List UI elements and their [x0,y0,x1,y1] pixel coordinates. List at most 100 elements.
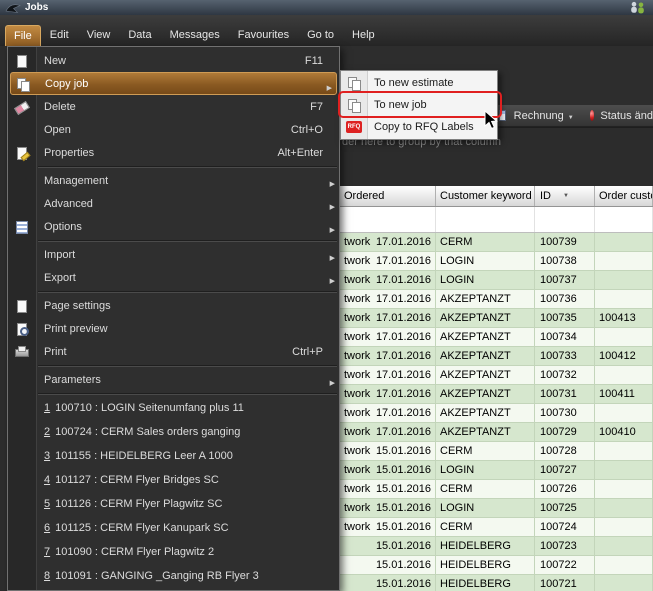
cell-ordered-date: 17.01.2016 [376,350,431,365]
menu-item-shortcut: F7 [310,101,323,113]
menu-item-101125-cerm-flyer-kanupark-sc[interactable]: 6101125 : CERM Flyer Kanupark SC [8,516,339,540]
menubar-item-favourites[interactable]: Favourites [229,24,298,46]
table-row[interactable]: 15.01.2016HEIDELBERG100721 [340,575,653,591]
menu-item-label: 101091 : GANGING _Ganging RB Flyer 3 [55,570,259,582]
menu-item-export[interactable]: Export [8,266,339,289]
filter-cell[interactable] [436,207,535,232]
cell-customer-keyword: HEIDELBERG [436,537,535,556]
cell-id: 100733 [535,347,595,366]
cell-prefix-fragment: twork [344,407,370,422]
menu-item-page-settings[interactable]: Page settings [8,294,339,317]
cell-order-customer: 100410 [595,423,653,442]
filter-cell[interactable] [595,207,653,232]
column-header-customer-keyword[interactable]: Customer keyword [436,186,535,206]
rechnung-button[interactable]: Rechnung [510,108,578,124]
cell-id: 100731 [535,385,595,404]
submenu-item-copy-to-rfq-labels[interactable]: RFQCopy to RFQ Labels [341,116,497,138]
menu-item-101155-heidelberg-leer-a-1000[interactable]: 3101155 : HEIDELBERG Leer A 1000 [8,444,339,468]
submenu-arrow-icon [330,223,335,235]
cell-prefix-fragment: twork [344,293,370,308]
table-row[interactable]: twork17.01.2016LOGIN100737 [340,271,653,290]
menubar-item-help[interactable]: Help [343,24,384,46]
cell-order-customer [595,499,653,518]
table-row[interactable]: twork17.01.2016CERM100739 [340,233,653,252]
cell-id: 100726 [535,480,595,499]
filter-arrow-icon[interactable] [563,190,569,202]
cell-customer-keyword: AKZEPTANZT [436,423,535,442]
recent-item-number: 3 [44,450,50,462]
menu-item-print-preview[interactable]: Print preview [8,317,339,340]
menu-item-management[interactable]: Management [8,169,339,192]
menu-item-label: Open [44,124,71,136]
page-settings-icon [14,299,30,313]
menu-item-new[interactable]: NewF11 [8,49,339,72]
table-row[interactable]: twork17.01.2016AKZEPTANZT100729100410 [340,423,653,442]
menubar-item-edit[interactable]: Edit [41,24,78,46]
column-header-ordered[interactable]: Ordered [340,186,436,206]
menu-item-parameters[interactable]: Parameters [8,368,339,391]
menubar-item-go-to[interactable]: Go to [298,24,343,46]
cell-prefix-fragment: twork [344,274,370,289]
cell-customer-keyword: LOGIN [436,271,535,290]
menu-item-open[interactable]: OpenCtrl+O [8,118,339,141]
cell-customer-keyword: AKZEPTANZT [436,404,535,423]
cell-ordered: twork17.01.2016 [340,233,436,252]
table-row[interactable]: twork17.01.2016AKZEPTANZT100731100411 [340,385,653,404]
table-row[interactable]: twork17.01.2016AKZEPTANZT100736 [340,290,653,309]
menu-item-101091-ganging-ganging-rb-flyer-3[interactable]: 8101091 : GANGING _Ganging RB Flyer 3 [8,564,339,588]
table-row[interactable]: twork15.01.2016LOGIN100725 [340,499,653,518]
cell-id: 100727 [535,461,595,480]
cell-ordered: twork17.01.2016 [340,423,436,442]
menu-item-properties[interactable]: PropertiesAlt+Enter [8,141,339,164]
table-row[interactable]: twork17.01.2016AKZEPTANZT100730 [340,404,653,423]
titlebar: Jobs [0,0,653,15]
menu-item-101090-cerm-flyer-plagwitz-2[interactable]: 7101090 : CERM Flyer Plagwitz 2 [8,540,339,564]
table-row[interactable]: 15.01.2016HEIDELBERG100723 [340,537,653,556]
dropdown-arrow-icon [568,110,574,122]
table-row[interactable]: twork15.01.2016CERM100726 [340,480,653,499]
recent-item-number: 7 [44,546,50,558]
menubar-item-view[interactable]: View [78,24,120,46]
menubar-item-data[interactable]: Data [119,24,160,46]
menu-item-label: Delete [44,101,76,113]
menu-item-options[interactable]: Options [8,215,339,238]
menu-item-101127-cerm-flyer-bridges-sc[interactable]: 4101127 : CERM Flyer Bridges SC [8,468,339,492]
menu-item-print[interactable]: PrintCtrl+P [8,340,339,363]
table-row[interactable]: 15.01.2016HEIDELBERG100722 [340,556,653,575]
menubar-item-file[interactable]: File [5,25,41,46]
menu-item-advanced[interactable]: Advanced [8,192,339,215]
cell-prefix-fragment: twork [344,369,370,384]
table-row[interactable]: twork17.01.2016LOGIN100738 [340,252,653,271]
cell-ordered: 15.01.2016 [340,556,436,575]
menu-item-delete[interactable]: Delete F7 [8,95,339,118]
cell-id: 100725 [535,499,595,518]
menu-item-label: Import [44,249,75,261]
cell-order-customer [595,252,653,271]
filter-cell[interactable] [535,207,595,232]
menu-item-100724-cerm-sales-orders-ganging[interactable]: 2100724 : CERM Sales orders ganging [8,420,339,444]
cell-ordered: twork17.01.2016 [340,252,436,271]
column-header-order-custo[interactable]: Order custo [595,186,653,206]
cell-order-customer [595,518,653,537]
table-row[interactable]: twork15.01.2016CERM100728 [340,442,653,461]
status-button[interactable]: Status änd [600,110,653,122]
table-row[interactable]: twork17.01.2016AKZEPTANZT100733100412 [340,347,653,366]
menu-item-import[interactable]: Import [8,243,339,266]
menu-item-101126-cerm-flyer-plagwitz-sc[interactable]: 5101126 : CERM Flyer Plagwitz SC [8,492,339,516]
filter-cell[interactable] [340,207,436,232]
table-row[interactable]: twork17.01.2016AKZEPTANZT100732 [340,366,653,385]
menu-item-100710-login-seitenumfang-plus-11[interactable]: 1100710 : LOGIN Seitenumfang plus 11 [8,396,339,420]
cell-customer-keyword: AKZEPTANZT [436,385,535,404]
column-header-id[interactable]: ID [535,186,595,206]
menu-item-label: Properties [44,147,94,159]
table-row[interactable]: twork17.01.2016AKZEPTANZT100734 [340,328,653,347]
table-row[interactable]: twork17.01.2016AKZEPTANZT100735100413 [340,309,653,328]
table-row[interactable]: twork15.01.2016CERM100724 [340,518,653,537]
users-icon[interactable] [628,1,648,14]
table-row[interactable]: twork15.01.2016LOGIN100727 [340,461,653,480]
menu-item-copy-job[interactable]: Copy job [10,72,337,95]
submenu-item-to-new-job[interactable]: To new job [341,94,497,116]
submenu-item-to-new-estimate[interactable]: To new estimate [341,72,497,94]
menubar-item-messages[interactable]: Messages [161,24,229,46]
column-header-label: Order custo [599,190,653,202]
